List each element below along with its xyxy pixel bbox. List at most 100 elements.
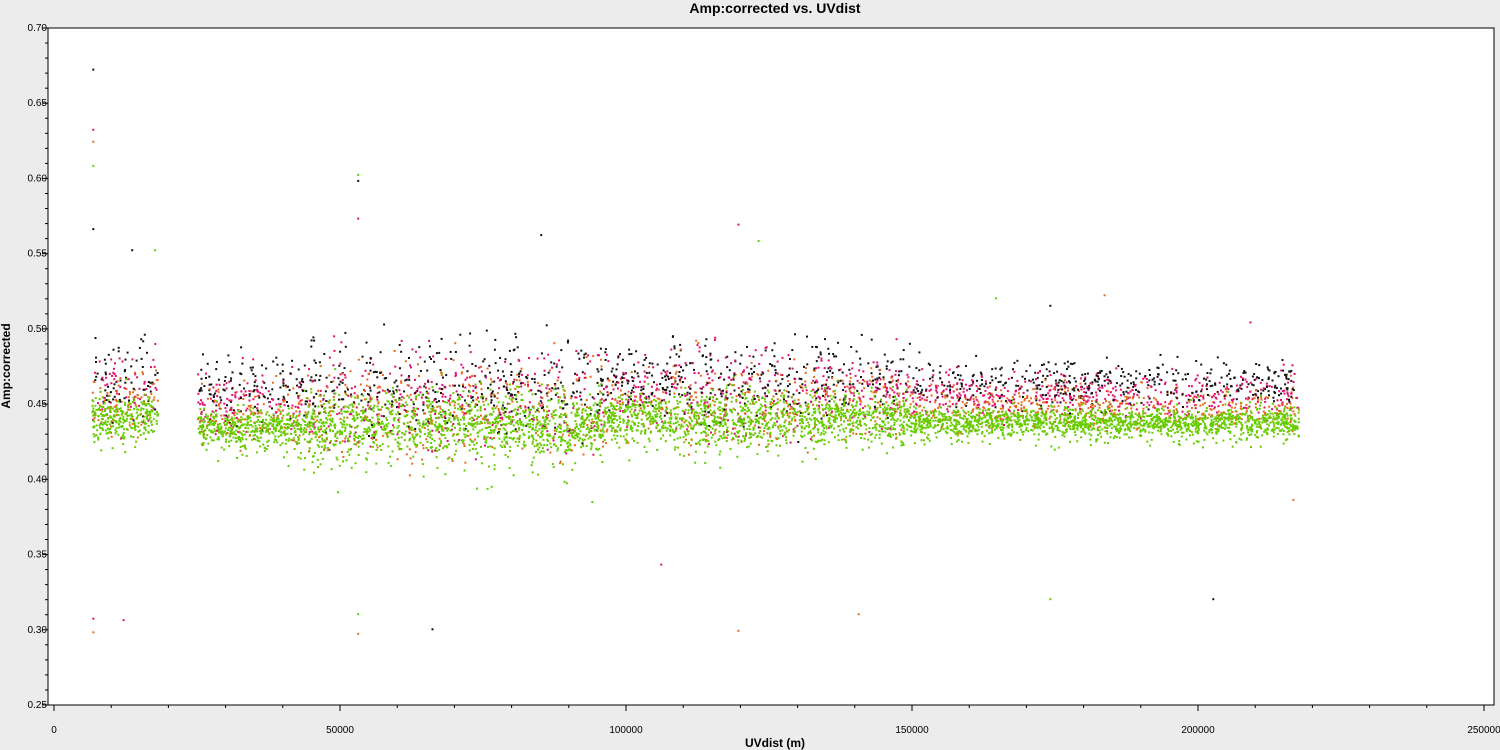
- data-point: [935, 436, 938, 439]
- data-point: [275, 375, 278, 377]
- data-point: [820, 431, 823, 434]
- data-point: [472, 384, 475, 387]
- data-point: [427, 392, 430, 395]
- data-point: [1013, 361, 1016, 364]
- data-point: [666, 386, 669, 389]
- data-point: [708, 381, 711, 384]
- data-point: [508, 349, 511, 352]
- data-point: [961, 433, 964, 435]
- data-point: [656, 387, 659, 390]
- data-point: [103, 399, 106, 402]
- data-point: [367, 401, 370, 404]
- data-point: [756, 453, 759, 456]
- data-point: [571, 468, 574, 471]
- data-point: [480, 370, 483, 373]
- data-point: [422, 403, 425, 406]
- data-point: [1017, 384, 1020, 387]
- data-point: [255, 451, 258, 454]
- data-point: [1170, 430, 1173, 432]
- data-point: [351, 403, 353, 406]
- data-point: [136, 376, 139, 379]
- data-point: [231, 394, 234, 396]
- data-point: [315, 374, 318, 377]
- data-point: [294, 405, 297, 408]
- data-point: [922, 378, 925, 381]
- data-point: [1234, 410, 1237, 413]
- data-point: [990, 392, 993, 395]
- data-point: [205, 448, 208, 451]
- data-point: [796, 414, 799, 417]
- data-point: [1125, 402, 1128, 405]
- data-point: [152, 382, 155, 385]
- data-point: [495, 405, 498, 408]
- data-point: [868, 446, 870, 449]
- data-point: [597, 393, 600, 395]
- data-point: [502, 375, 505, 378]
- data-point: [619, 377, 622, 380]
- data-point: [551, 387, 554, 390]
- data-point: [574, 462, 577, 465]
- data-point: [1118, 409, 1121, 412]
- data-point: [1199, 394, 1202, 397]
- data-point: [1026, 396, 1029, 399]
- data-point: [851, 362, 854, 365]
- data-point: [1145, 406, 1148, 409]
- data-point: [127, 378, 130, 381]
- data-point: [741, 374, 743, 377]
- data-point: [326, 386, 329, 389]
- data-point: [153, 396, 156, 399]
- data-point: [996, 400, 999, 403]
- data-point: [659, 437, 662, 440]
- data-point: [791, 349, 794, 352]
- data-point: [293, 448, 296, 450]
- data-point: [673, 392, 676, 395]
- data-point: [785, 401, 788, 404]
- data-point: [761, 413, 764, 416]
- data-point: [133, 423, 136, 425]
- data-point: [476, 451, 479, 454]
- data-point: [484, 444, 486, 447]
- data-point: [1075, 399, 1078, 401]
- data-point: [725, 436, 728, 439]
- data-point: [878, 388, 881, 391]
- data-point: [853, 394, 856, 397]
- data-point: [547, 391, 550, 394]
- data-point: [476, 487, 478, 490]
- data-point: [589, 375, 592, 378]
- data-point: [429, 414, 432, 417]
- data-point: [1063, 384, 1066, 387]
- data-point: [908, 365, 911, 368]
- data-point: [1129, 402, 1132, 405]
- data-point: [659, 402, 662, 405]
- data-point: [804, 384, 807, 387]
- data-point: [1265, 386, 1268, 388]
- data-point: [876, 361, 879, 364]
- data-point: [901, 441, 904, 444]
- data-point: [336, 458, 339, 461]
- data-point: [321, 457, 324, 460]
- data-point: [467, 395, 470, 397]
- data-point: [1113, 395, 1116, 398]
- data-point: [408, 431, 411, 434]
- data-point: [1254, 433, 1257, 436]
- data-point: [317, 466, 319, 468]
- data-point: [804, 380, 807, 383]
- data-point: [412, 400, 415, 403]
- data-point: [281, 363, 284, 366]
- data-point: [1119, 388, 1122, 391]
- data-point: [841, 403, 844, 406]
- data-point: [942, 403, 945, 406]
- data-point: [553, 362, 556, 365]
- data-point: [774, 371, 777, 374]
- data-point: [1083, 391, 1086, 394]
- data-point: [737, 442, 740, 445]
- data-point: [888, 394, 891, 397]
- data-point: [505, 432, 508, 435]
- data-point: [603, 439, 606, 441]
- data-point: [1121, 400, 1124, 403]
- data-point: [454, 375, 457, 377]
- data-point: [961, 400, 964, 403]
- data-point: [466, 376, 469, 379]
- data-point: [1244, 371, 1247, 374]
- data-point: [243, 444, 246, 447]
